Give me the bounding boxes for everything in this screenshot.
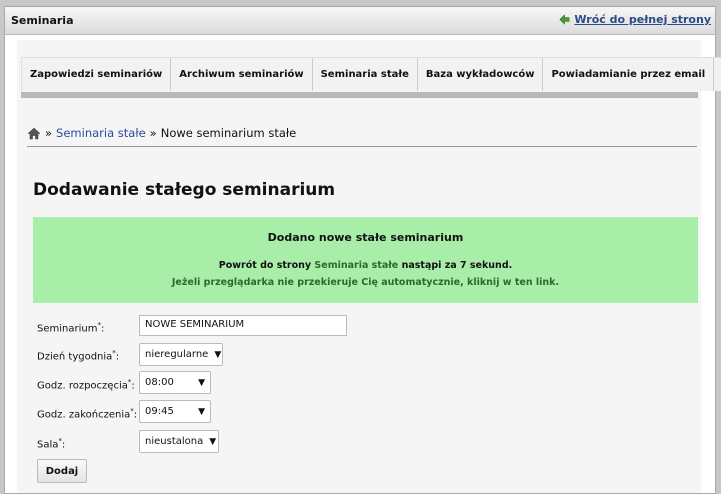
- end-label: Godz. zakończenia*:: [37, 407, 138, 421]
- full-site-link-text: Wróć do pełnej strony: [574, 13, 711, 26]
- breadcrumb-separator: »: [149, 126, 157, 140]
- end-time-select[interactable]: 09:45 ▼: [139, 400, 211, 423]
- day-label: Dzień tygodnia*:: [37, 349, 120, 363]
- breadcrumb-separator: »: [45, 126, 53, 140]
- breadcrumb-current: Nowe seminarium stałe: [160, 126, 297, 140]
- success-heading: Dodano nowe stałe seminarium: [267, 231, 464, 244]
- dropdown-arrow-icon: ▼: [198, 406, 205, 417]
- room-label: Sala*:: [37, 437, 66, 451]
- menu-divider: [21, 92, 698, 98]
- add-button[interactable]: Dodaj: [37, 459, 87, 483]
- menu-item-lecturers[interactable]: Baza wykładowców: [418, 58, 544, 91]
- page-frame: Seminaria Wróć do pełnej strony Zapowied…: [4, 6, 721, 494]
- breadcrumb-link-permanent-seminars[interactable]: Seminaria stałe: [56, 126, 146, 140]
- menu-more-icon[interactable]: ⇓: [714, 58, 721, 91]
- room-row: Sala*:: [37, 437, 65, 450]
- full-site-link[interactable]: Wróć do pełnej strony: [559, 13, 711, 26]
- start-time-select[interactable]: 08:00 ▼: [139, 371, 211, 394]
- redirect-link[interactable]: Seminaria stałe: [314, 260, 398, 271]
- page-title: Dodawanie stałego seminarium: [33, 180, 336, 200]
- seminar-input[interactable]: NOWE SEMINARIUM: [139, 315, 347, 336]
- top-bar: Seminaria Wróć do pełnej strony: [5, 7, 715, 35]
- start-label: Godz. rozpoczęcia*:: [37, 378, 135, 392]
- breadcrumb-divider: [27, 146, 697, 147]
- breadcrumb: » Seminaria stałe » Nowe seminarium stał…: [27, 126, 296, 140]
- back-arrow-icon: [559, 14, 570, 25]
- seminar-label: Seminarium*:: [37, 321, 105, 335]
- redirect-fallback-link[interactable]: Jeżeli przeglądarka nie przekieruje Cię …: [33, 277, 698, 288]
- dropdown-arrow-icon: ▼: [214, 349, 222, 360]
- success-message: Dodano nowe stałe seminarium Powrót do s…: [33, 217, 698, 303]
- menu-item-permanent-seminars[interactable]: Seminaria stałe: [313, 58, 418, 91]
- dropdown-arrow-icon: ▼: [198, 377, 205, 388]
- seminar-row: Seminarium*:: [37, 321, 104, 334]
- day-select[interactable]: nieregularne ▼: [139, 343, 223, 366]
- menu-item-announcements[interactable]: Zapowiedzi seminariów: [22, 58, 172, 91]
- site-title: Seminaria: [11, 14, 74, 27]
- room-select[interactable]: nieustalona ▼: [139, 430, 219, 453]
- home-icon[interactable]: [27, 127, 41, 140]
- menu-item-archive[interactable]: Archiwum seminariów: [171, 58, 313, 91]
- menu-item-email-notify[interactable]: Powiadamianie przez email: [543, 58, 715, 91]
- dropdown-arrow-icon: ▼: [209, 436, 217, 447]
- start-row: Godz. rozpoczęcia*:: [37, 378, 135, 391]
- redirect-info: Powrót do strony Seminaria stałe nastąpi…: [218, 260, 513, 271]
- end-row: Godz. zakończenia*:: [37, 407, 137, 420]
- main-content: Zapowiedzi seminariów Archiwum seminarió…: [17, 40, 721, 493]
- main-menu: Zapowiedzi seminariów Archiwum seminarió…: [21, 57, 721, 91]
- day-row: Dzień tygodnia*:: [37, 349, 119, 362]
